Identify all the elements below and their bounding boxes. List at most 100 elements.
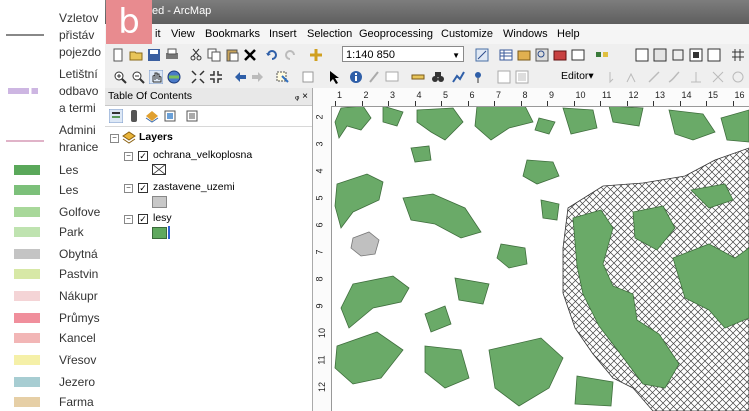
list-by-selection-icon[interactable]: [163, 109, 177, 123]
new-document-icon[interactable]: [111, 48, 125, 62]
collapse-layer-icon[interactable]: −: [124, 215, 133, 224]
list-by-drawing-order-icon[interactable]: [109, 109, 123, 123]
full-extent-icon[interactable]: [167, 70, 181, 84]
cut-icon[interactable]: [189, 48, 203, 62]
table-icon[interactable]: [499, 48, 513, 62]
straight-segment-icon[interactable]: [647, 70, 661, 84]
pin-close-icon[interactable]: ᵩ ×: [295, 88, 308, 105]
editor-menu[interactable]: Editor▾: [561, 70, 594, 82]
layer-visibility-checkbox[interactable]: ✓: [138, 151, 148, 161]
map-scale-dropdown[interactable]: 1:140 850 ▼: [342, 46, 464, 62]
legend-symbol: [14, 249, 40, 259]
construction-tools-icon[interactable]: [689, 70, 703, 84]
layer-name[interactable]: zastavene_uzemi: [153, 181, 235, 193]
layer-visibility-checkbox[interactable]: ✓: [138, 183, 148, 193]
select-elements-icon[interactable]: [327, 70, 341, 84]
ruler-tick-label: 4: [314, 168, 325, 174]
map-legend: Vzletov přistáv pojezdo Letištní odbavo a…: [0, 0, 105, 411]
model-builder-icon[interactable]: [595, 48, 609, 62]
toc-options-icon[interactable]: [185, 109, 199, 123]
undo-icon[interactable]: [265, 48, 279, 62]
map-display[interactable]: 1 2 3 4 5 6 7 8 9 10 11 12 13 14 15 16 2 3 4 5 6 7 8 9 10 11 12: [313, 88, 749, 411]
zoom-in-icon[interactable]: [113, 70, 127, 84]
open-folder-icon[interactable]: [129, 48, 143, 62]
table-of-contents: Table Of Contents ᵩ × − Layers − ✓ ochra…: [105, 88, 313, 411]
search-window-icon[interactable]: [535, 48, 549, 62]
window-title: ed - ArcMap: [152, 5, 212, 17]
layout-view-icon[interactable]: [653, 48, 667, 62]
copy-icon[interactable]: [207, 48, 221, 62]
editor-toolbar-icon[interactable]: [475, 48, 489, 62]
menu-customize[interactable]: Customize: [441, 28, 493, 40]
legend-label: Kancel: [59, 331, 96, 345]
ruler-tick-label: 6: [469, 90, 475, 100]
python-window-icon[interactable]: [571, 48, 585, 62]
html-popup-icon[interactable]: [385, 70, 399, 84]
paste-icon[interactable]: [225, 48, 239, 62]
legend-label: Obytná: [59, 247, 98, 261]
zoom-whole-page-icon[interactable]: [689, 48, 703, 62]
ruler-tick: [494, 101, 495, 106]
go-to-xy-icon[interactable]: [471, 70, 485, 84]
redo-icon[interactable]: [283, 48, 297, 62]
split-tool-icon[interactable]: [711, 70, 725, 84]
hatch-symbol-swatch[interactable]: [152, 164, 166, 175]
select-features-icon[interactable]: [275, 70, 289, 84]
menu-insert[interactable]: Insert: [269, 28, 297, 40]
forest-symbol-swatch[interactable]: [152, 227, 167, 239]
add-data-icon[interactable]: [309, 48, 323, 62]
collapse-layer-icon[interactable]: −: [124, 184, 133, 193]
clear-selection-icon[interactable]: [301, 70, 315, 84]
urban-area-polygon[interactable]: [350, 231, 380, 257]
catalog-icon[interactable]: [517, 48, 531, 62]
trace-icon[interactable]: [667, 70, 681, 84]
edit-tool-icon[interactable]: [607, 70, 621, 84]
collapse-layers-icon[interactable]: −: [110, 134, 119, 143]
time-slider-icon[interactable]: [497, 70, 511, 84]
urban-symbol-swatch[interactable]: [152, 196, 167, 208]
pan-tool-small-icon[interactable]: [671, 48, 685, 62]
arctoolbox-icon[interactable]: [553, 48, 567, 62]
go-forward-icon[interactable]: [251, 70, 265, 84]
hyperlink-icon[interactable]: [367, 70, 381, 84]
print-icon[interactable]: [165, 48, 179, 62]
menu-help[interactable]: Help: [557, 28, 580, 40]
identify-icon[interactable]: [349, 70, 363, 84]
collapse-layer-icon[interactable]: −: [124, 152, 133, 161]
fixed-zoom-out-icon[interactable]: [209, 70, 223, 84]
legend-symbol: [14, 377, 40, 387]
chevron-down-icon: ▼: [452, 51, 460, 60]
ruler-tick-label: 2: [314, 114, 325, 120]
pan-icon[interactable]: [149, 70, 163, 84]
find-route-icon[interactable]: [451, 70, 465, 84]
zoom-100-icon[interactable]: [707, 48, 721, 62]
menu-windows[interactable]: Windows: [503, 28, 548, 40]
legend-label: Průmys: [59, 311, 100, 325]
measure-icon[interactable]: [411, 70, 425, 84]
list-by-source-icon[interactable]: [127, 109, 141, 123]
find-icon[interactable]: [431, 70, 445, 84]
edit-annotation-icon[interactable]: [625, 70, 639, 84]
menu-edit[interactable]: it: [155, 28, 161, 40]
list-by-visibility-icon[interactable]: [145, 109, 159, 123]
create-viewer-icon[interactable]: [515, 70, 529, 84]
menu-view[interactable]: View: [171, 28, 195, 40]
layers-root-label[interactable]: Layers: [139, 131, 173, 143]
layer-name[interactable]: lesy: [153, 212, 172, 224]
menu-selection[interactable]: Selection: [307, 28, 352, 40]
grid-icon[interactable]: [731, 48, 745, 62]
save-icon[interactable]: [147, 48, 161, 62]
map-canvas[interactable]: [313, 88, 749, 411]
zoom-full-icon[interactable]: [635, 48, 649, 62]
layer-visibility-checkbox[interactable]: ✓: [138, 214, 148, 224]
legend-symbol: [14, 313, 40, 323]
delete-icon[interactable]: [243, 48, 257, 62]
layer-name[interactable]: ochrana_velkoplosna: [153, 149, 252, 161]
fixed-zoom-in-icon[interactable]: [191, 70, 205, 84]
ruler-tick: [706, 101, 707, 106]
rotate-tool-icon[interactable]: [731, 70, 745, 84]
menu-bookmarks[interactable]: Bookmarks: [205, 28, 260, 40]
zoom-out-icon[interactable]: [131, 70, 145, 84]
go-back-icon[interactable]: [233, 70, 247, 84]
menu-geoprocessing[interactable]: Geoprocessing: [359, 28, 433, 40]
